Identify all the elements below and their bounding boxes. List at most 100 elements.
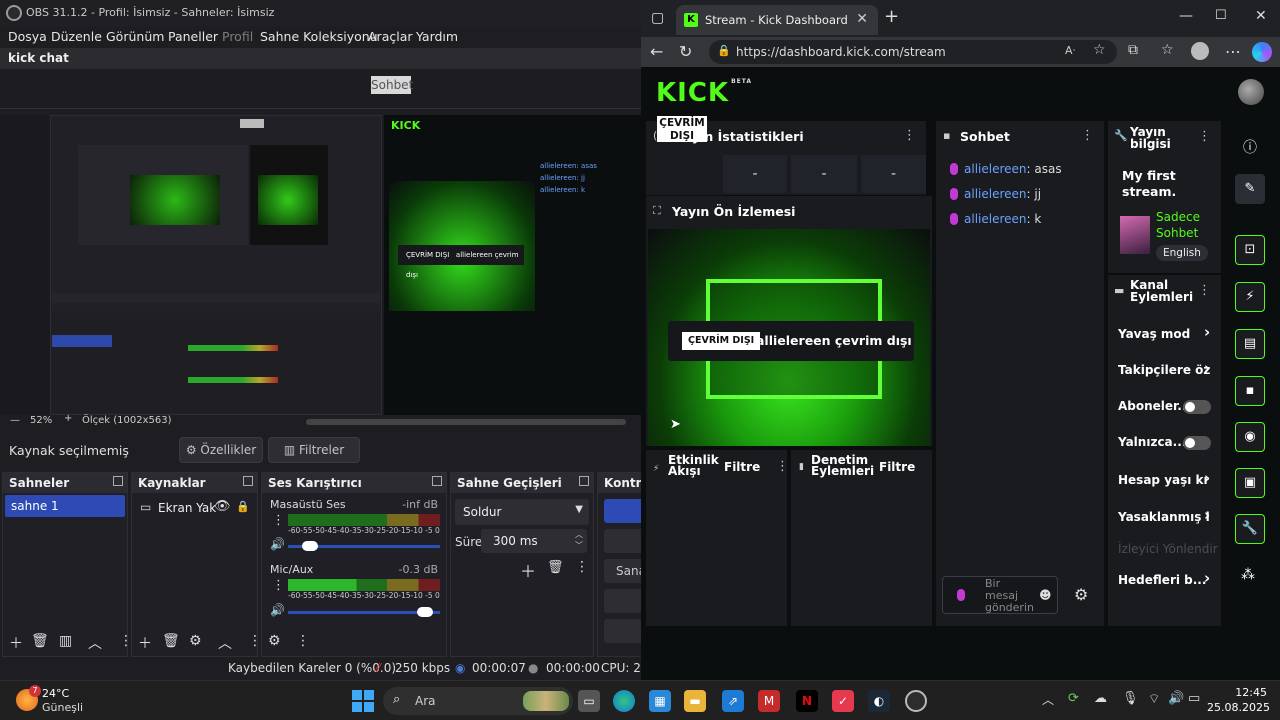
trash-icon[interactable]: 🗑 xyxy=(31,633,49,649)
lock-icon[interactable]: 🔒 xyxy=(236,500,250,513)
back-icon[interactable]: ← xyxy=(650,42,663,61)
close-tab-icon[interactable]: ✕ xyxy=(856,11,868,27)
filter-icon[interactable]: ▥ xyxy=(59,633,72,649)
tab-actions-icon[interactable]: ▢ xyxy=(651,10,664,26)
info-icon[interactable]: ⓘ xyxy=(1243,137,1257,157)
battery-icon[interactable]: ▭ xyxy=(1188,691,1200,706)
chat-username[interactable]: allielereen xyxy=(964,212,1027,226)
maximize-icon[interactable]: ☐ xyxy=(1215,8,1227,23)
menu-duzenle[interactable]: Düzenle xyxy=(51,29,102,44)
zoom-plus[interactable]: + xyxy=(64,413,72,424)
task-view-icon[interactable]: ▭ xyxy=(578,690,600,712)
screen-capture-icon[interactable]: ⊡ xyxy=(1235,235,1265,265)
virtual-camera-button[interactable]: Sana xyxy=(604,559,641,583)
more-icon[interactable]: ⋮ xyxy=(1081,128,1094,143)
steam-icon[interactable]: ◐ xyxy=(868,690,890,712)
action-banned[interactable]: Yasaklanmış l xyxy=(1118,510,1210,524)
undock-icon[interactable] xyxy=(243,476,253,486)
refresh-icon[interactable]: ↻ xyxy=(679,42,692,61)
start-streaming-button[interactable] xyxy=(604,499,641,523)
wifi-icon[interactable]: ⌔ xyxy=(1148,691,1160,707)
transition-select[interactable]: Soldur ▼ xyxy=(455,499,589,525)
menu-profil[interactable]: Profil xyxy=(222,29,253,44)
action-followers-only[interactable]: Takipçilere öz xyxy=(1118,363,1210,377)
more-icon[interactable]: ⋮ xyxy=(903,128,916,143)
zoom-minus[interactable]: — xyxy=(10,415,20,426)
emoji-icon[interactable]: ☻ xyxy=(1039,588,1052,602)
eye-icon[interactable]: 👁 xyxy=(214,499,231,514)
more-icon[interactable]: ⋮ xyxy=(1198,129,1211,144)
control-button[interactable] xyxy=(604,529,641,553)
menu-gorunum[interactable]: Görünüm xyxy=(106,29,164,44)
properties-button[interactable]: ⚙ Özellikler xyxy=(179,437,263,463)
taskbar-search[interactable]: ⌕ Ara xyxy=(383,687,573,715)
store-icon[interactable]: ▦ xyxy=(649,690,671,712)
extensions-icon[interactable]: ⧉ xyxy=(1128,42,1138,58)
chevron-up-icon[interactable]: ︿ xyxy=(1042,691,1054,708)
browser-tab[interactable]: K Stream - Kick Dashboard ✕ xyxy=(676,5,878,35)
copilot-icon[interactable] xyxy=(1252,42,1272,62)
trash-icon[interactable]: 🗑 xyxy=(547,560,564,575)
control-button[interactable] xyxy=(604,589,641,613)
wrench-icon[interactable]: 🔧 xyxy=(1235,514,1265,544)
volume-slider-handle[interactable] xyxy=(301,541,318,551)
chat-settings-icon[interactable]: ⚙ xyxy=(1074,585,1088,604)
kick-logo[interactable]: KICK BETA xyxy=(656,78,752,108)
obs-preview[interactable]: KICK ÇEVRİM DIŞI allielereen çevrim dışı… xyxy=(0,115,641,415)
sync-icon[interactable]: ⟳ xyxy=(1068,691,1079,706)
address-bar[interactable]: 🔒 https://dashboard.kick.com/stream Aᐧ ☆ xyxy=(709,40,1117,64)
chat-username[interactable]: allielereen xyxy=(964,187,1027,201)
stepper-icon[interactable]: ︿ ﹀ xyxy=(575,529,583,551)
action-slow-mode[interactable]: Yavaş mod xyxy=(1118,327,1190,341)
duration-spinbox[interactable]: 300 ms ︿ ﹀ xyxy=(481,529,587,553)
more-icon[interactable]: ⋮ xyxy=(248,633,262,649)
lightning-icon[interactable]: ⚡ xyxy=(1235,282,1265,312)
chevron-right-icon[interactable]: › xyxy=(1204,506,1210,524)
more-icon[interactable]: ⋮ xyxy=(272,513,285,528)
add-icon[interactable]: ＋ xyxy=(9,633,23,653)
file-explorer-icon[interactable]: ▬ xyxy=(684,690,706,712)
scene-item[interactable]: sahne 1 xyxy=(5,495,125,517)
start-button[interactable] xyxy=(352,690,374,712)
mixer-settings-icon[interactable]: ⚙ xyxy=(268,633,281,649)
broadcast-icon[interactable]: ◉ xyxy=(1235,422,1265,452)
clock-time[interactable]: 12:45 xyxy=(1217,686,1267,699)
chat-username[interactable]: allielereen xyxy=(964,162,1027,176)
volume-slider-handle[interactable] xyxy=(417,607,434,617)
edge-icon[interactable] xyxy=(613,690,635,712)
action-emotes-only[interactable]: Yalnızca... xyxy=(1118,435,1186,449)
chevron-right-icon[interactable]: › xyxy=(1204,569,1210,587)
more-icon[interactable]: ⋮ xyxy=(296,633,310,649)
close-window-icon[interactable]: ✕ xyxy=(1255,8,1267,24)
pocket-icon[interactable]: ✓ xyxy=(832,690,854,712)
more-icon[interactable]: ⋮ xyxy=(1198,283,1211,298)
obs-taskbar-icon[interactable] xyxy=(905,690,927,712)
more-icon[interactable]: ⋯ xyxy=(1225,42,1241,61)
chevron-right-icon[interactable]: › xyxy=(1204,323,1210,341)
category-link[interactable]: Sadece Sohbet xyxy=(1156,209,1216,241)
more-icon[interactable]: ⋮ xyxy=(776,459,789,474)
subscribers-toggle[interactable] xyxy=(1183,400,1211,414)
favorite-star-icon[interactable]: ☆ xyxy=(1093,42,1106,58)
netflix-icon[interactable]: N xyxy=(796,690,818,712)
apps-icon[interactable]: ⁂ xyxy=(1241,567,1255,583)
action-goals[interactable]: Hedefleri b... xyxy=(1118,573,1206,587)
menu-paneller[interactable]: Paneller xyxy=(168,29,218,44)
undock-icon[interactable] xyxy=(579,476,589,486)
chevron-right-icon[interactable]: › xyxy=(1204,469,1210,487)
app-icon[interactable]: ⇗ xyxy=(722,690,744,712)
action-account-age[interactable]: Hesap yaşı kı xyxy=(1118,473,1208,487)
chat-input[interactable]: Bir mesaj gönderin ☻ xyxy=(942,576,1058,614)
gear-icon[interactable]: ⚙ xyxy=(189,633,202,649)
layout-icon[interactable]: ▣ xyxy=(1235,468,1265,498)
control-button[interactable] xyxy=(604,619,641,643)
profile-avatar[interactable] xyxy=(1191,42,1209,60)
minimize-icon[interactable]: — xyxy=(1179,8,1193,24)
microphone-icon[interactable]: 🎙 xyxy=(1122,691,1139,706)
undock-icon[interactable] xyxy=(113,476,123,486)
undock-icon[interactable] xyxy=(432,476,442,486)
preview-scrollbar[interactable] xyxy=(306,419,626,425)
menu-araclar[interactable]: Araçlar xyxy=(368,29,413,44)
speaker-icon[interactable]: 🔊 xyxy=(270,603,285,617)
menu-yardim[interactable]: Yardım xyxy=(416,29,458,44)
